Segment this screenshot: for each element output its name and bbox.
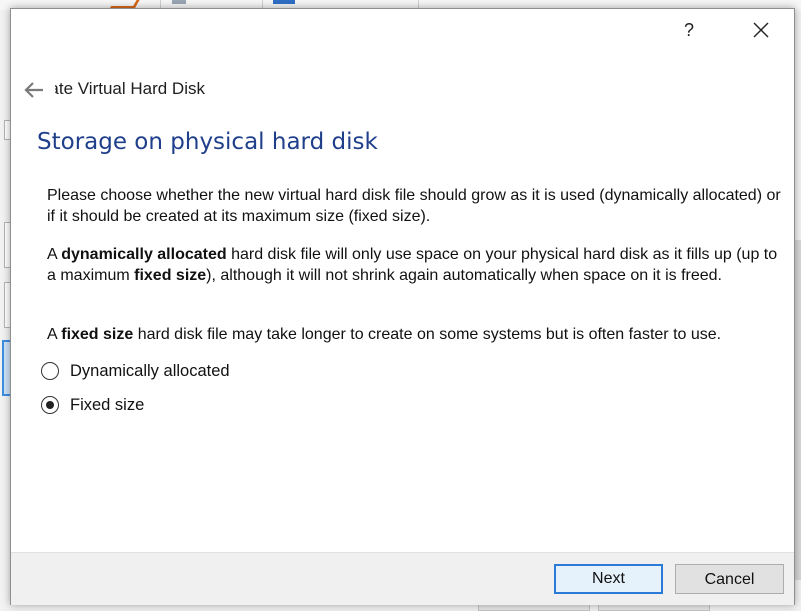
page-title: Storage on physical hard disk (37, 129, 378, 155)
background-toolbar-icon (172, 0, 186, 4)
text-span: A (47, 326, 62, 343)
close-icon (753, 22, 769, 38)
bold-term: dynamically allocated (61, 246, 227, 263)
background-toolbar-icon (273, 0, 295, 4)
help-button[interactable]: ? (671, 15, 707, 45)
create-virtual-hard-disk-dialog: ? Create Virtual Hard Disk Storage on ph… (10, 8, 795, 605)
radio-label[interactable]: Fixed size (70, 396, 144, 415)
text-span: ), although it will not shrink again aut… (206, 266, 722, 284)
dynamically-allocated-radio[interactable] (41, 362, 59, 380)
fixed-size-paragraph: A fixed size hard disk file may take lon… (47, 325, 783, 346)
fixed-size-option[interactable]: Fixed size (41, 393, 144, 417)
description-paragraph: Please choose whether the new virtual ha… (47, 187, 781, 225)
back-button[interactable] (23, 81, 45, 99)
title-bar: ? (11, 9, 794, 49)
radio-label[interactable]: Dynamically allocated (70, 362, 230, 381)
next-button[interactable]: Next (554, 564, 663, 594)
wizard-title: Create Virtual Hard Disk (55, 79, 205, 98)
text-span: hard disk file may take longer to create… (133, 326, 722, 343)
wizard-header: Create Virtual Hard Disk (11, 69, 794, 109)
bold-term: fixed size (134, 266, 207, 284)
background-divider (262, 0, 263, 8)
close-button[interactable] (739, 15, 783, 45)
back-arrow-icon (24, 82, 43, 98)
dialog-footer: Next Cancel (11, 552, 794, 605)
text-span: A (47, 246, 62, 263)
dynamic-allocation-paragraph: A dynamically allocated hard disk file w… (47, 245, 783, 286)
fixed-size-radio[interactable] (41, 396, 59, 414)
dynamically-allocated-option[interactable]: Dynamically allocated (41, 359, 230, 383)
background-divider (418, 0, 419, 8)
background-divider (160, 0, 161, 8)
cancel-button[interactable]: Cancel (675, 564, 784, 594)
bold-term: fixed size (61, 326, 134, 343)
